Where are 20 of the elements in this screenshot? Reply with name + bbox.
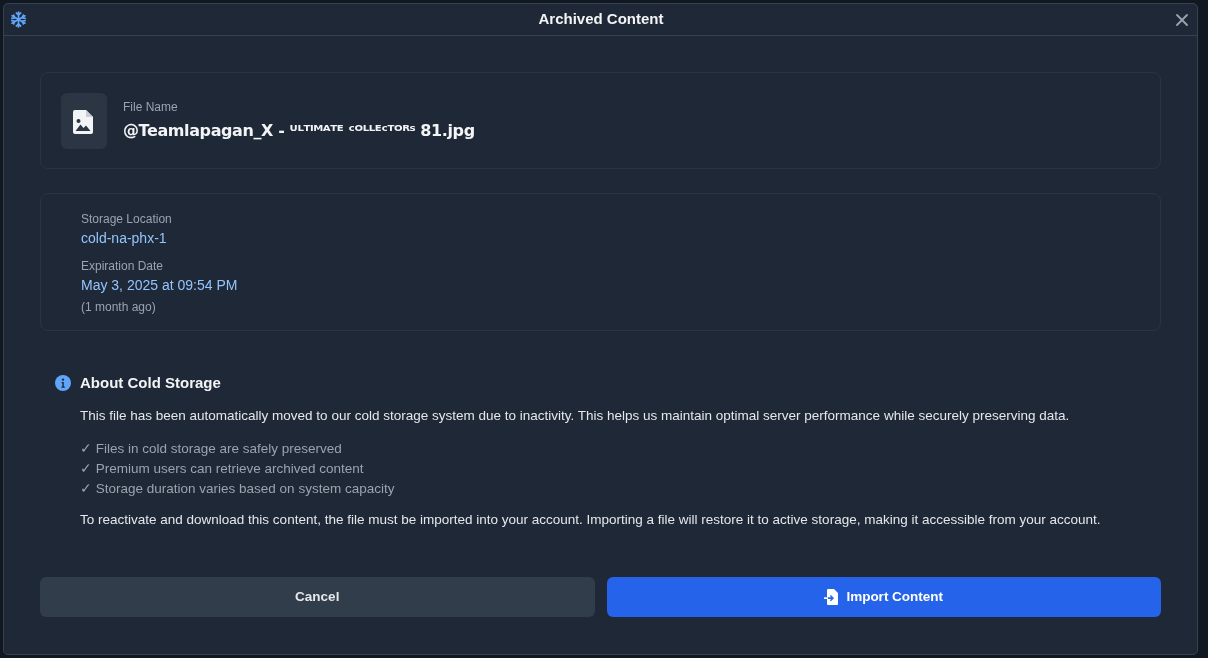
detail-note: (1 month ago): [81, 300, 157, 315]
section-heading: About Cold Storage: [80, 373, 221, 393]
detail-label: Storage Location: [81, 212, 173, 227]
close-button[interactable]: [1175, 12, 1189, 27]
cancel-button[interactable]: Cancel: [40, 577, 595, 617]
info-icon: [55, 375, 71, 391]
file-name-label: File Name: [123, 100, 179, 115]
detail-value: cold-na-phx-1: [81, 229, 168, 247]
file-name: @Teamlapagan_X - ᵁᴸᵀᴵᴹᴬᵀᴱ ᶜᴼᴸᴸᴱᶜᵀᴼᴿˢ 81.jpg: [123, 121, 475, 141]
feature-item: ✓ Storage duration varies based on system capacity: [80, 480, 396, 498]
dialog-title: Archived Content: [537, 9, 665, 30]
info-paragraph: To reactivate and download this content, the file must be imported into your account. Importing a file will restore it to active storage, making it accessible from your account.: [80, 511, 1102, 529]
detail-value: May 3, 2025 at 09:54 PM: [81, 276, 239, 294]
feature-item: ✓ Premium users can retrieve archived content: [80, 460, 365, 478]
import-button[interactable]: Import Content: [606, 577, 1161, 617]
feature-item: ✓ Files in cold storage are safely preserved: [80, 440, 343, 458]
snowflake-icon: [10, 11, 27, 28]
file-import-icon: [824, 589, 839, 605]
detail-label: Expiration Date: [81, 259, 165, 274]
info-paragraph: This file has been automatically moved to our cold storage system due to inactivity. This helps us maintain optimal server performance while securely preserving data.: [80, 407, 1071, 425]
